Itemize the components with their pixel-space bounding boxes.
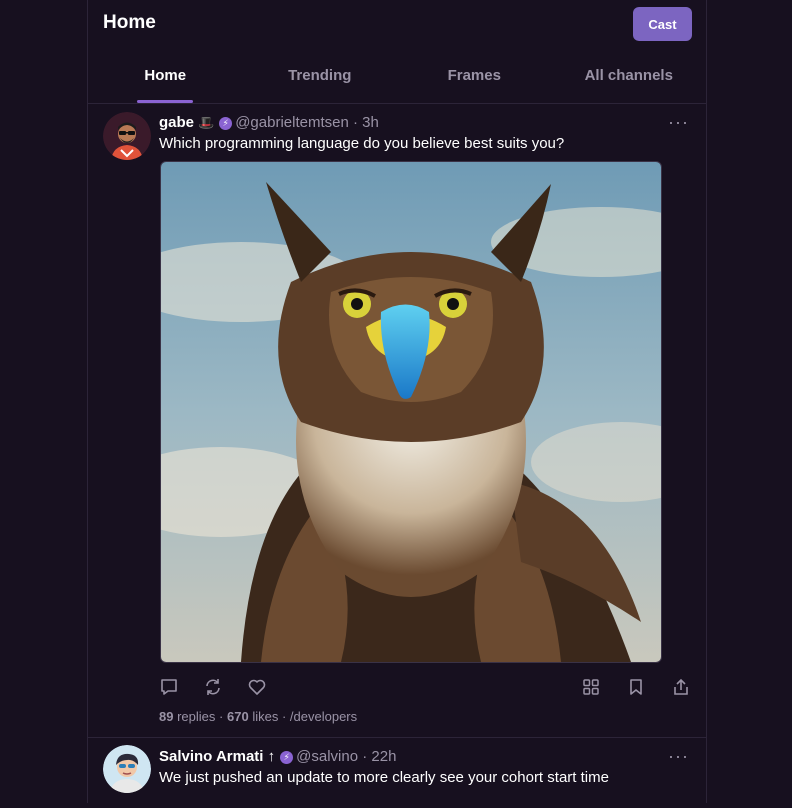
likes-count[interactable]: 670: [227, 709, 249, 724]
cast-meta: gabe 🎩 ⚡ @gabrieltemtsen · 3h: [159, 114, 379, 131]
more-options-icon[interactable]: ···: [668, 746, 689, 767]
username[interactable]: @gabrieltemtsen: [235, 114, 349, 131]
replies-count[interactable]: 89: [159, 709, 173, 724]
page-title: Home: [103, 12, 156, 33]
tab-all-channels[interactable]: All channels: [552, 57, 707, 103]
timestamp[interactable]: 3h: [362, 114, 379, 131]
arrow-up-icon: ↑: [267, 748, 276, 765]
like-icon[interactable]: [247, 677, 267, 697]
recast-icon[interactable]: [203, 677, 223, 697]
bookmark-icon[interactable]: [626, 677, 646, 697]
feed-tabs: Home Trending Frames All channels: [88, 57, 706, 103]
separator-dot: ·: [362, 748, 368, 765]
tab-trending[interactable]: Trending: [243, 57, 398, 103]
stats-separator: ·: [281, 709, 287, 724]
tab-home[interactable]: Home: [88, 57, 243, 103]
cast-image-eagle[interactable]: [160, 161, 662, 663]
replies-label[interactable]: replies: [177, 709, 215, 724]
share-icon[interactable]: [671, 677, 691, 697]
more-options-icon[interactable]: ···: [668, 112, 689, 133]
cast-text: We just pushed an update to more clearly…: [159, 769, 609, 786]
cast-meta: Salvino Armati ↑ ⚡ @salvino · 22h: [159, 748, 396, 765]
username[interactable]: @salvino: [296, 748, 358, 765]
power-badge-icon: ⚡: [219, 117, 233, 130]
top-hat-icon: 🎩: [198, 115, 215, 130]
reply-icon[interactable]: [159, 677, 179, 697]
stats-separator: ·: [219, 709, 224, 724]
feed-header: Home Cast Home Trending Frames All chann…: [88, 0, 706, 104]
grid-icon[interactable]: [581, 677, 601, 697]
separator-dot: ·: [353, 114, 358, 131]
timestamp[interactable]: 22h: [371, 748, 396, 765]
display-name[interactable]: gabe: [159, 114, 194, 131]
avatar[interactable]: [103, 112, 151, 160]
cast-item[interactable]: Salvino Armati ↑ ⚡ @salvino · 22h ··· We j…: [88, 738, 706, 808]
display-name[interactable]: Salvino Armati: [159, 748, 263, 765]
tab-frames[interactable]: Frames: [397, 57, 552, 103]
avatar[interactable]: [103, 745, 151, 793]
cast-button[interactable]: Cast: [633, 7, 692, 41]
power-badge-icon: ⚡: [280, 751, 294, 764]
cast-text: Which programming language do you believ…: [159, 135, 565, 152]
cast-stats: 89 replies · 670 likes · /developers: [159, 709, 357, 724]
channel-link[interactable]: /developers: [290, 709, 357, 724]
cast-actions: [159, 677, 692, 699]
feed-column: Home Cast Home Trending Frames All chann…: [87, 0, 707, 803]
cast-item[interactable]: gabe 🎩 ⚡ @gabrieltemtsen · 3h ··· Which pro…: [88, 104, 706, 738]
likes-label[interactable]: likes: [252, 709, 278, 724]
